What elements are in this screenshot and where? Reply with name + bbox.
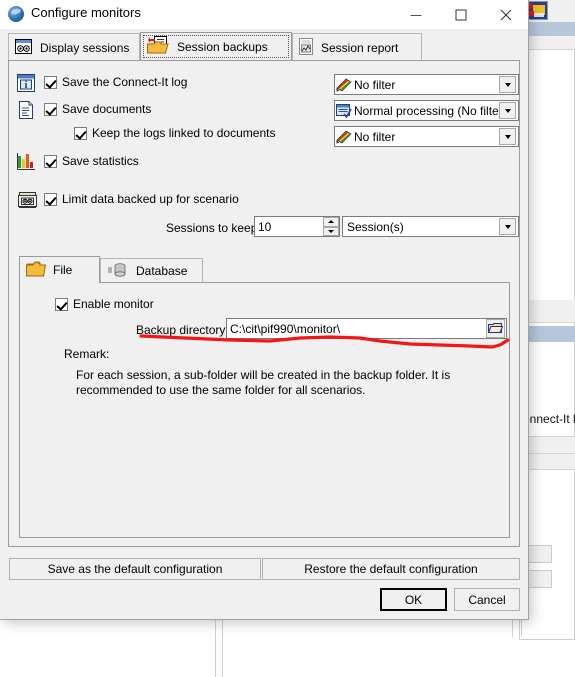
backup-directory-input[interactable]: C:\cit\pif990\monitor\ <box>226 318 507 339</box>
title-bar: Configure monitors <box>0 0 528 29</box>
close-button[interactable] <box>483 0 528 29</box>
checkbox-enable-monitor[interactable]: Enable monitor <box>55 297 154 311</box>
backup-directory-label: Backup directory: <box>136 323 229 337</box>
sessions-to-keep-value[interactable]: 10 <box>255 220 323 234</box>
log-filter-combo[interactable]: No filter <box>334 74 519 95</box>
log-filter-dropdown-arrow[interactable] <box>499 76 516 93</box>
session-backups-icon <box>147 36 169 57</box>
connect-it-globe-icon <box>8 6 24 22</box>
sessions-to-keep-label: Sessions to keep: <box>166 221 261 235</box>
filter-brushes-icon <box>336 130 352 144</box>
background-selected-row-top <box>527 22 575 36</box>
statistics-filter-dropdown-arrow[interactable] <box>499 128 516 145</box>
keep-logs-linked-checkbox-box[interactable] <box>74 126 87 140</box>
backup-directory-value[interactable]: C:\cit\pif990\monitor\ <box>227 322 486 336</box>
save-log-label: Save the Connect-It log <box>62 75 188 89</box>
background-row-strip-2 <box>527 454 575 469</box>
checkbox-save-log[interactable]: Save the Connect-It log <box>44 75 187 89</box>
background-divider-2 <box>527 322 575 323</box>
maximize-button[interactable] <box>438 0 483 29</box>
remark-text: For each session, a sub-folder will be c… <box>76 368 451 397</box>
sessions-stepper-buttons[interactable] <box>323 217 339 236</box>
display-sessions-icon <box>15 38 32 57</box>
tab-display-sessions-label: Display sessions <box>40 40 130 55</box>
enable-monitor-label: Enable monitor <box>73 297 154 311</box>
limit-data-checkbox-box[interactable] <box>44 192 57 206</box>
tab-session-backups-label: Session backups <box>177 39 268 54</box>
background-selected-row-bottom <box>527 326 575 342</box>
log-filter-value: No filter <box>354 77 396 92</box>
stepper-up-button[interactable] <box>323 217 339 227</box>
tab-database[interactable]: Database <box>100 258 203 283</box>
backup-target-group: File Database Enable monitor Backup dire… <box>19 256 510 538</box>
background-header-row <box>527 36 575 49</box>
minimize-button[interactable] <box>393 0 438 29</box>
checkbox-limit-data[interactable]: Limit data backed up for scenario <box>44 192 239 206</box>
tab-file[interactable]: File <box>19 256 100 283</box>
background-divider-1 <box>527 49 575 50</box>
main-tab-strip: Display sessions Session backups Session… <box>8 32 520 61</box>
stepper-down-button[interactable] <box>323 226 339 236</box>
background-row-strip-1 <box>527 437 575 453</box>
session-backups-panel: i Save the Connect-It log No filter Save… <box>8 60 520 547</box>
document-icon <box>17 100 37 120</box>
background-panel-strip <box>527 300 575 322</box>
save-documents-checkbox-box[interactable] <box>44 102 57 116</box>
session-report-icon <box>299 37 313 58</box>
sessions-unit-combo[interactable]: Session(s) <box>342 216 519 237</box>
document-filter-value: Normal processing (No filter) <box>354 103 499 118</box>
sessions-to-keep-stepper[interactable]: 10 <box>254 216 340 237</box>
background-row-text: onnect-It lo <box>523 412 575 426</box>
tab-database-label: Database <box>136 264 188 278</box>
tab-session-backups[interactable]: Session backups <box>140 32 292 61</box>
cancel-label: Cancel <box>468 592 506 607</box>
background-divider-5 <box>527 469 575 470</box>
configure-monitors-dialog: Configure monitors Display sessions Sess… <box>0 0 529 620</box>
restore-default-label: Restore the default configuration <box>304 562 478 576</box>
save-documents-label: Save documents <box>62 102 152 116</box>
filter-brushes-icon <box>336 78 352 92</box>
document-filter-combo[interactable]: Normal processing (No filter) <box>334 100 519 121</box>
inner-tab-strip: File Database <box>19 256 510 283</box>
checkbox-save-documents[interactable]: Save documents <box>44 102 151 116</box>
cancel-button[interactable]: Cancel <box>454 588 520 611</box>
save-as-default-label: Save as the default configuration <box>47 562 223 576</box>
checkbox-save-statistics[interactable]: Save statistics <box>44 154 139 168</box>
keep-logs-linked-label: Keep the logs linked to documents <box>92 126 276 140</box>
folder-browse-icon[interactable] <box>486 319 505 338</box>
document-filter-dropdown-arrow[interactable] <box>499 102 516 119</box>
tab-session-report-label: Session report <box>321 40 399 55</box>
sessions-unit-value: Session(s) <box>347 219 404 234</box>
database-monitor-icon <box>17 190 37 210</box>
window-title: Configure monitors <box>31 5 141 20</box>
enable-monitor-checkbox-box[interactable] <box>55 297 68 311</box>
sessions-unit-dropdown-arrow[interactable] <box>499 218 516 235</box>
file-panel: Enable monitor Backup directory: C:\cit\… <box>19 282 510 538</box>
limit-data-label: Limit data backed up for scenario <box>62 192 239 206</box>
tab-file-label: File <box>53 263 73 277</box>
processing-check-icon <box>336 103 352 118</box>
background-panel-edge-1 <box>215 620 216 677</box>
restore-default-configuration-button[interactable]: Restore the default configuration <box>262 558 520 580</box>
info-window-icon: i <box>16 73 36 93</box>
save-log-checkbox-box[interactable] <box>44 75 57 89</box>
bar-chart-icon <box>17 152 37 172</box>
ok-button[interactable]: OK <box>380 588 447 611</box>
save-statistics-label: Save statistics <box>62 154 139 168</box>
remark-label: Remark: <box>64 347 110 361</box>
save-as-default-configuration-button[interactable]: Save as the default configuration <box>9 558 261 580</box>
database-cylinder-icon <box>107 262 129 281</box>
svg-text:i: i <box>25 80 28 91</box>
ok-label: OK <box>404 592 423 607</box>
statistics-filter-value: No filter <box>354 129 396 144</box>
tab-display-sessions[interactable]: Display sessions <box>8 33 140 61</box>
checkbox-keep-logs-linked[interactable]: Keep the logs linked to documents <box>74 126 275 140</box>
tab-session-report[interactable]: Session report <box>292 33 422 61</box>
save-statistics-checkbox-box[interactable] <box>44 154 57 168</box>
folder-icon <box>26 261 47 280</box>
background-panel-edge-2 <box>222 620 223 677</box>
statistics-filter-combo[interactable]: No filter <box>334 126 519 147</box>
